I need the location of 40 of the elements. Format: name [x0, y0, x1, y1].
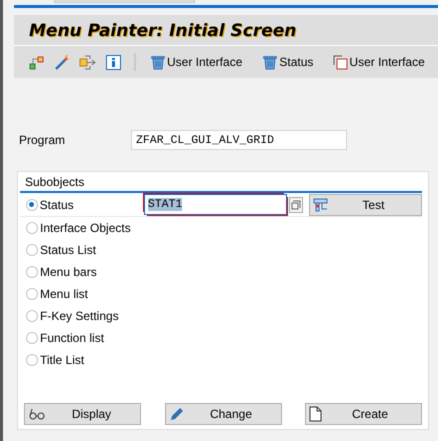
status-field[interactable]: STAT1	[144, 194, 287, 215]
delete-button[interactable]: User Interface	[146, 53, 246, 71]
option-label: Title List	[40, 352, 86, 369]
display-button[interactable]: Display	[24, 403, 141, 425]
option-label: Status	[40, 196, 75, 214]
test-button[interactable]: Test	[308, 194, 422, 216]
radio-button[interactable]	[26, 354, 38, 366]
copy-button[interactable]: User Interface	[329, 53, 429, 71]
option-label: F-Key Settings	[40, 308, 120, 325]
glasses-icon	[28, 407, 46, 421]
create-button[interactable]: Create	[305, 403, 422, 425]
pencil-icon	[168, 406, 184, 422]
option-label: Function list	[40, 330, 106, 347]
radio-button[interactable]	[26, 244, 38, 256]
field-label: Program	[18, 132, 66, 149]
radio-button[interactable]	[26, 332, 38, 344]
copy-icon[interactable]	[288, 196, 303, 212]
hierarchy-icon[interactable]	[29, 54, 44, 70]
option-label: Status List	[40, 242, 98, 259]
document-icon	[309, 406, 322, 422]
option-label: Menu list	[40, 286, 90, 303]
window-title: Menu Painter: Initial Screen	[29, 21, 296, 41]
radio-button[interactable]	[26, 266, 38, 278]
radio-button[interactable]	[26, 222, 38, 234]
group-title: Subobjects	[25, 175, 84, 189]
radio-button[interactable]	[26, 310, 38, 322]
wand-icon[interactable]	[54, 54, 69, 70]
export-icon[interactable]	[79, 54, 96, 70]
option-label: Menu bars	[40, 264, 98, 281]
radio-button[interactable]	[26, 288, 38, 300]
info-icon[interactable]	[106, 54, 121, 70]
program-field[interactable]: ZFAR_CL_GUI_ALV_GRID	[131, 130, 347, 150]
copy-icon	[333, 54, 348, 70]
delete-button[interactable]: Status	[258, 53, 318, 71]
change-button[interactable]: Change	[164, 403, 282, 425]
trash-icon	[150, 54, 166, 70]
option-label: Interface Objects	[40, 220, 132, 237]
tester-icon	[312, 198, 329, 212]
trash-icon	[262, 54, 278, 70]
radio-button[interactable]	[26, 198, 38, 210]
